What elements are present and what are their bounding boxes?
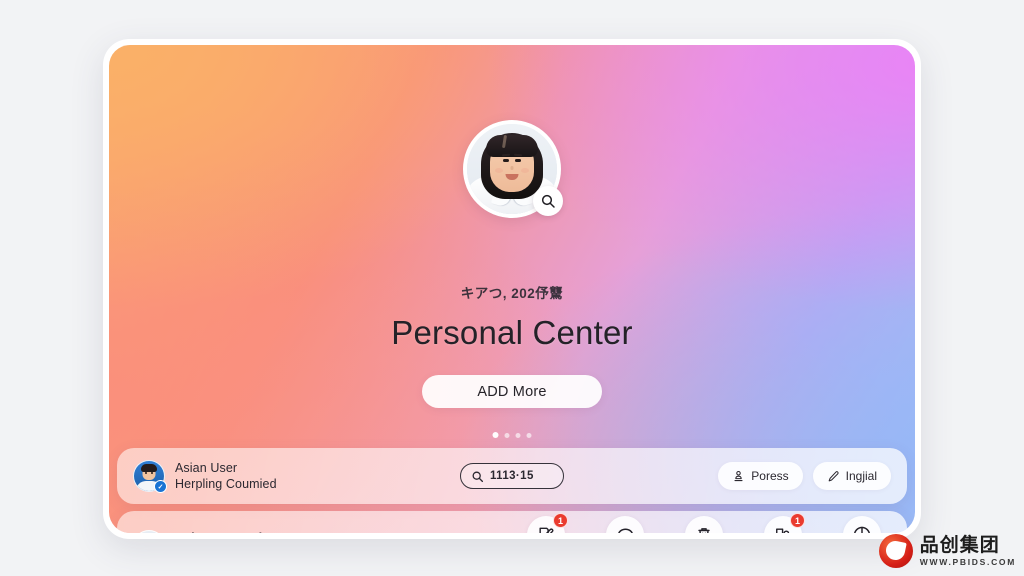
pagination-dot-2[interactable]	[504, 432, 510, 438]
device-frame: キアつ, 202伃驡 Personal Center ADD More ✓ As…	[103, 39, 921, 539]
ingjial-button[interactable]: Ingjial	[812, 462, 891, 490]
profile-panel: ✓ Asian User Herpling Coumied 1113·15 Po…	[117, 448, 907, 504]
action-item-globe[interactable]: 潇謝阺	[833, 516, 891, 533]
profile-user-text: Asian User Herpling Coumied	[175, 460, 277, 492]
watermark-text: 品创集团 WWW.PBIDS.COM	[919, 533, 1016, 567]
profile-user-name: Asian User	[175, 461, 238, 475]
add-more-button[interactable]: ADD More	[422, 375, 602, 408]
brand-url: WWW.PBIDS.COM	[919, 556, 1016, 567]
actions-panel: ✓ Sain Jan Pard Mecering. - Leage Aydion…	[117, 511, 907, 533]
profile-user-subtitle: Herpling Coumied	[175, 477, 277, 491]
actions-user-text: Sain Jan Pard Mecering. - Leage Aydionit…	[175, 530, 393, 533]
action-circle[interactable]	[843, 516, 881, 533]
poress-button[interactable]: Poress	[718, 462, 803, 490]
profile-avatar[interactable]	[463, 120, 563, 218]
action-item-trash[interactable]: 于豰Ａ5	[675, 516, 733, 533]
action-circle[interactable]	[606, 516, 644, 533]
hero-gradient-screen: キアつ, 202伃驡 Personal Center ADD More ✓ As…	[109, 45, 915, 533]
chat-bubble-icon	[617, 527, 633, 533]
pagination-dot-3[interactable]	[515, 432, 521, 438]
trash-icon	[698, 528, 710, 533]
pagination-dot-1[interactable]	[492, 432, 499, 438]
ingjial-button-label: Ingjial	[845, 469, 877, 483]
stamp-icon	[734, 470, 743, 481]
avatar[interactable]: ✓	[133, 460, 167, 493]
action-item-chat[interactable]: 刅暉儕恐啁	[596, 516, 654, 533]
globe-icon	[853, 526, 871, 533]
actions-user-name: Sain Jan Pard	[175, 530, 393, 533]
verified-badge: ✓	[154, 480, 167, 493]
avatar[interactable]: ✓	[133, 530, 165, 533]
pagination-dot-4[interactable]	[526, 432, 532, 438]
action-circle[interactable]	[685, 516, 723, 533]
search-input[interactable]: 1113·15	[460, 463, 564, 489]
action-item-note-edit[interactable]: 1 膦賁蓥屆丁冴	[517, 513, 575, 533]
notification-badge: 1	[790, 513, 805, 528]
action-circle[interactable]: 1	[527, 513, 568, 533]
share-person-icon	[776, 528, 790, 533]
search-icon	[472, 471, 484, 482]
avatar-image	[133, 530, 165, 533]
note-edit-icon	[539, 527, 554, 533]
poress-button-label: Poress	[751, 469, 789, 483]
brand-name: 品创集团	[919, 533, 1000, 556]
search-icon[interactable]	[533, 186, 563, 216]
page-title: Personal Center	[391, 314, 633, 351]
hero-subtitle: キアつ, 202伃驡	[460, 286, 564, 301]
watermark: 品创集团 WWW.PBIDS.COM	[878, 533, 1016, 568]
notification-badge: 1	[553, 513, 568, 528]
brand-logo-icon	[878, 534, 913, 568]
action-circle[interactable]: 1	[764, 513, 805, 533]
action-item-share-person[interactable]: 1 迠卟陦謰豑	[754, 513, 812, 533]
search-input-value: 1113·15	[490, 470, 534, 482]
action-icon-row: 1 膦賁蓥屆丁冴 刅暉儕恐啁	[517, 513, 891, 533]
pagination-dots[interactable]	[492, 432, 532, 438]
profile-action-buttons: Poress Ingjial	[718, 462, 891, 490]
pencil-icon	[828, 470, 839, 481]
